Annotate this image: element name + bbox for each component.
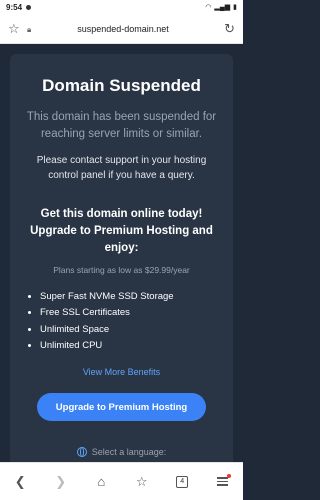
hamburger-menu-icon [217, 474, 232, 486]
url-text[interactable]: suspended-domain.net [25, 24, 221, 34]
bullet-icon [28, 311, 31, 315]
bookmark-star-icon[interactable]: ☆ [8, 21, 22, 37]
menu-button[interactable] [211, 470, 235, 494]
address-bar[interactable]: ☆ 🔒︎ suspended-domain.net ↻ [0, 14, 243, 44]
benefit-label: Super Fast NVMe SSD Storage [40, 290, 174, 302]
benefits-list: Super Fast NVMe SSD Storage Free SSL Cer… [28, 288, 218, 354]
back-button[interactable]: ❮ [8, 470, 32, 494]
star-icon: ☆ [135, 473, 148, 489]
tab-count: 4 [176, 475, 189, 488]
forward-button[interactable]: ❯ [49, 470, 73, 494]
plans-price-text: Plans starting as low as $29.99/year [53, 265, 190, 275]
browser-nav-bar: ❮ ❯ ⌂ ☆ 4 [0, 462, 243, 500]
upgrade-button[interactable]: Upgrade to Premium Hosting [37, 393, 206, 421]
view-more-benefits-link[interactable]: View More Benefits [10, 367, 233, 377]
list-item: Super Fast NVMe SSD Storage [28, 288, 218, 305]
page-content: Domain Suspended This domain has been su… [0, 44, 243, 462]
chevron-right-icon: ❯ [55, 473, 67, 489]
list-item: Unlimited CPU [28, 338, 218, 355]
bookmarks-button[interactable]: ☆ [130, 470, 154, 494]
chevron-left-icon: ❮ [14, 473, 26, 489]
tabs-button[interactable]: 4 [170, 470, 194, 494]
bullet-icon [28, 294, 31, 298]
upgrade-heading: Get this domain online today! Upgrade to… [30, 208, 213, 254]
status-icons: ◠ ▂▄▆ ▮ [205, 3, 237, 11]
status-bar: 9:54 ◠ ▂▄▆ ▮ [0, 0, 243, 14]
clock: 9:54 [6, 2, 23, 12]
bullet-icon [28, 344, 31, 348]
reload-icon[interactable]: ↻ [221, 21, 235, 37]
list-item: Unlimited Space [28, 321, 218, 338]
contact-message: Please contact support in your hosting c… [36, 155, 207, 181]
notification-icon [26, 4, 32, 10]
notification-dot-icon [227, 474, 232, 479]
battery-icon: ▮ [233, 4, 237, 11]
page-title: Domain Suspended [42, 76, 201, 95]
benefit-label: Unlimited CPU [40, 340, 103, 352]
bullet-icon [28, 327, 31, 331]
language-selector[interactable]: Select a language: [10, 447, 233, 457]
list-item: Free SSL Certificates [28, 305, 218, 322]
benefit-label: Free SSL Certificates [40, 307, 130, 319]
globe-icon [76, 447, 87, 457]
signal-icon: ▂▄▆ [214, 4, 231, 11]
suspension-message: This domain has been suspended for reach… [26, 111, 217, 140]
home-icon: ⌂ [97, 474, 106, 489]
benefit-label: Unlimited Space [40, 323, 110, 335]
home-button[interactable]: ⌂ [89, 470, 113, 494]
wifi-icon: ◠ [205, 4, 212, 11]
language-prompt: Select a language: [91, 447, 167, 457]
suspended-card: Domain Suspended This domain has been su… [10, 54, 233, 462]
